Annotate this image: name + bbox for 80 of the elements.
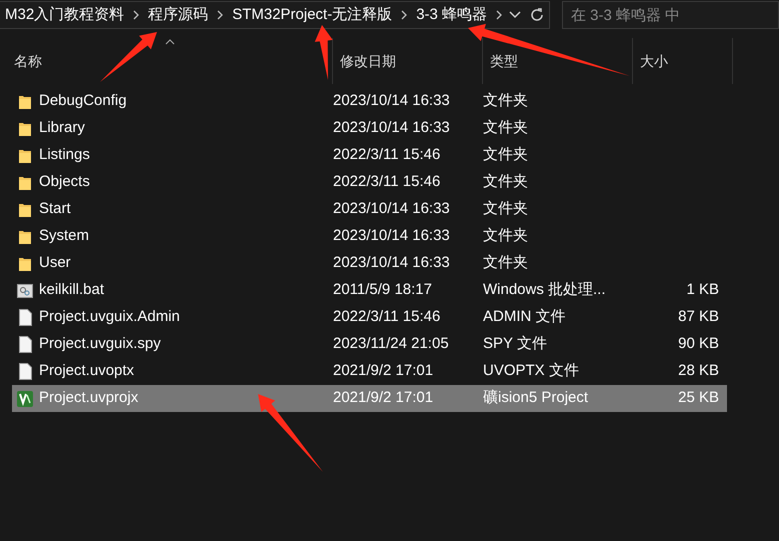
file-size: 90 KB xyxy=(678,334,719,354)
modified-date: 2023/10/14 16:33 xyxy=(333,91,451,112)
folder-icon xyxy=(18,120,32,136)
file-type: 礦ision5 Project xyxy=(483,388,590,408)
file-name: System xyxy=(38,226,90,246)
file-row[interactable]: Project.uvoptx 2021/9/2 17:01 UVOPTX 文件 28 KB xyxy=(12,358,727,385)
breadcrumb-item[interactable]: STM32Project-无注释版 xyxy=(226,4,398,26)
project-icon xyxy=(17,390,33,406)
annotation-arrow xyxy=(314,25,333,80)
file-name: Library xyxy=(38,118,86,138)
file-name: Listings xyxy=(38,145,91,166)
search-field[interactable]: 在 3-3 蜂鸣器 中 xyxy=(562,1,779,29)
file-row[interactable]: Project.uvguix.spy 2023/11/24 21:05 SPY 文件 90 KB xyxy=(12,331,727,358)
file-name: Project.uvguix.Admin xyxy=(38,307,181,328)
breadcrumb-item[interactable]: 3-3 蜂鸣器 xyxy=(410,4,494,26)
folder-icon xyxy=(18,202,32,218)
file-icon xyxy=(18,363,32,380)
file-size: 1 KB xyxy=(686,280,719,300)
folder-icon xyxy=(18,148,32,164)
file-row[interactable]: Listings 2022/3/11 15:46 文件夹 xyxy=(12,142,727,169)
modified-date: 2022/3/11 15:46 xyxy=(333,145,442,166)
gears-icon xyxy=(17,284,33,298)
file-icon xyxy=(18,336,32,353)
file-type: 文件夹 xyxy=(483,199,529,220)
file-name: Start xyxy=(38,199,72,220)
file-name: DebugConfig xyxy=(38,91,128,112)
column-header[interactable]: 类型 xyxy=(490,50,518,72)
breadcrumb-item[interactable]: 程序源码 xyxy=(142,4,214,26)
column-header[interactable]: 名称 xyxy=(14,50,42,72)
address-bar[interactable]: M32入门教程资料 程序源码 STM32Project-无注释版 3-3 蜂鸣器 xyxy=(0,1,550,29)
folder-icon xyxy=(18,174,32,190)
file-name: Project.uvoptx xyxy=(38,361,136,382)
file-size: 28 KB xyxy=(678,361,719,382)
file-type: 文件夹 xyxy=(483,91,529,112)
refresh-icon[interactable] xyxy=(529,7,545,23)
file-name: User xyxy=(38,253,72,274)
file-row[interactable]: keilkill.bat 2011/5/9 18:17 Windows 批处理... 1 KB xyxy=(12,277,727,304)
file-row[interactable]: DebugConfig 2023/10/14 16:33 文件夹 xyxy=(12,88,727,115)
file-name: keilkill.bat xyxy=(38,280,106,300)
file-size: 25 KB xyxy=(678,388,719,408)
file-row[interactable]: Library 2023/10/14 16:33 文件夹 xyxy=(12,115,727,142)
file-type: SPY 文件 xyxy=(483,334,548,354)
file-type: 文件夹 xyxy=(483,118,529,138)
modified-date: 2023/10/14 16:33 xyxy=(333,226,451,246)
modified-date: 2023/11/24 21:05 xyxy=(333,334,450,354)
file-type: 文件夹 xyxy=(483,172,529,192)
file-type: ADMIN 文件 xyxy=(483,307,566,328)
file-row[interactable]: User 2023/10/14 16:33 文件夹 xyxy=(12,250,727,277)
modified-date: 2023/10/14 16:33 xyxy=(333,253,451,274)
column-header[interactable]: 修改日期 xyxy=(340,50,396,72)
breadcrumb-item[interactable]: M32入门教程资料 xyxy=(0,4,130,26)
folder-icon xyxy=(18,228,32,244)
file-row[interactable]: Start 2023/10/14 16:33 文件夹 xyxy=(12,196,727,223)
file-row[interactable]: Objects 2022/3/11 15:46 文件夹 xyxy=(12,169,727,196)
file-icon xyxy=(18,309,32,326)
file-row[interactable]: Project.uvprojx 2021/9/2 17:01 礦ision5 Project 25 KB xyxy=(12,385,727,412)
modified-date: 2022/3/11 15:46 xyxy=(333,307,442,328)
annotation-arrow xyxy=(100,32,157,82)
modified-date: 2023/10/14 16:33 xyxy=(333,118,451,138)
file-type: 文件夹 xyxy=(483,253,529,274)
folder-icon xyxy=(18,256,32,272)
file-row[interactable]: Project.uvguix.Admin 2022/3/11 15:46 ADMIN 文件 87 KB xyxy=(12,304,727,331)
sort-caret-icon xyxy=(165,39,175,45)
dropdown-icon[interactable] xyxy=(509,11,521,19)
modified-date: 2023/10/14 16:33 xyxy=(333,199,451,220)
folder-icon xyxy=(18,94,32,110)
modified-date: 2022/3/11 15:46 xyxy=(333,172,442,192)
file-row[interactable]: System 2023/10/14 16:33 文件夹 xyxy=(12,223,727,250)
file-type: UVOPTX 文件 xyxy=(483,361,580,382)
file-name: Project.uvprojx xyxy=(38,388,140,408)
file-name: Objects xyxy=(38,172,91,192)
file-name: Project.uvguix.spy xyxy=(38,334,162,354)
column-header[interactable]: 大小 xyxy=(640,50,668,72)
file-size: 87 KB xyxy=(678,307,719,328)
modified-date: 2021/9/2 17:01 xyxy=(333,388,434,408)
file-type: 文件夹 xyxy=(483,145,529,166)
modified-date: 2021/9/2 17:01 xyxy=(333,361,434,382)
file-type: Windows 批处理... xyxy=(483,280,607,300)
file-type: 文件夹 xyxy=(483,226,529,246)
modified-date: 2011/5/9 18:17 xyxy=(333,280,433,300)
